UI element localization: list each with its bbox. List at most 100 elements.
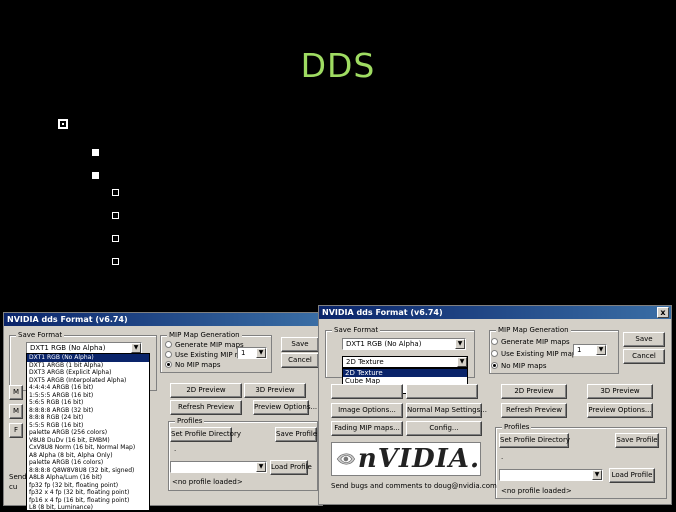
format-option[interactable]: palette ARGB (16 colors) xyxy=(27,459,149,467)
mip-map-label: MIP Map Generation xyxy=(167,331,242,339)
profile-combo[interactable]: ▼ xyxy=(499,469,603,481)
texture-type-combo[interactable]: 2D Texture ▼ xyxy=(342,356,468,368)
load-profile-button[interactable]: Load Profile xyxy=(609,468,655,483)
format-option[interactable]: DXT1 ARGB (1 bit Alpha) xyxy=(27,362,149,370)
save-profile-button[interactable]: Save Profile xyxy=(275,427,317,442)
format-option[interactable]: DXT1 RGB (No Alpha) xyxy=(27,354,149,362)
bullet-marker-icon xyxy=(112,212,119,219)
preview-2d-button[interactable]: 2D Preview xyxy=(170,383,242,398)
format-option[interactable]: 8:8:8 RGB (24 bit) xyxy=(27,414,149,422)
bullet-level3: DXT3 ARGB(Explicit Alpha) : A4R4G4B4 xyxy=(112,230,439,248)
format-combo-value: DXT1 RGB (No Alpha) xyxy=(30,344,106,352)
format-option[interactable]: palette ARGB (256 colors) xyxy=(27,429,149,437)
dialog-titlebar: NVIDIA dds Format (v6.74) xyxy=(4,313,322,326)
radio-generate-mip[interactable]: Generate MIP maps xyxy=(165,341,244,349)
format-option[interactable]: DXT5 ARGB (Interpolated Alpha) xyxy=(27,377,149,385)
format-option[interactable]: fp32 fp (32 bit, floating point) xyxy=(27,482,149,490)
format-option[interactable]: L8 (8 bit, Luminance) xyxy=(27,504,149,512)
radio-label: Use Existing MIP maps xyxy=(501,350,581,358)
format-option[interactable]: 4:4:4:4 ARGB (16 bit) xyxy=(27,384,149,392)
format-option[interactable]: 8:8:8:8 ARGB (32 bit) xyxy=(27,407,149,415)
preview-3d-button[interactable]: 3D Preview xyxy=(587,384,653,399)
bullet-text: DXT5 ARGB(Interpolated) : A8R4G4B4 xyxy=(131,253,428,271)
config-button[interactable]: Config... xyxy=(406,421,482,436)
profile-path-dot: . xyxy=(501,453,504,461)
format-option[interactable]: fp32 x 4 fp (32 bit, floating point) xyxy=(27,489,149,497)
partial-button[interactable]: F xyxy=(9,423,23,438)
save-button[interactable]: Save xyxy=(281,337,319,352)
cancel-button[interactable]: Cancel xyxy=(623,349,665,364)
set-profile-directory-button[interactable]: Set Profile Directory xyxy=(499,433,570,448)
format-dropdown-list[interactable]: DXT1 RGB (No Alpha) DXT1 ARGB (1 bit Alp… xyxy=(26,353,150,511)
radio-icon[interactable] xyxy=(491,362,498,369)
radio-use-existing-mip[interactable]: Use Existing MIP maps xyxy=(491,350,580,358)
radio-no-mip[interactable]: No MIP maps xyxy=(165,361,221,369)
chevron-down-icon[interactable]: ▼ xyxy=(256,462,266,472)
radio-icon[interactable] xyxy=(165,351,172,358)
close-icon[interactable]: x xyxy=(657,307,669,318)
preview-2d-button[interactable]: 2D Preview xyxy=(501,384,567,399)
format-option[interactable]: 5:5:5 RGB (16 bit) xyxy=(27,422,149,430)
partial-covered-button[interactable] xyxy=(406,384,478,399)
mip-count-combo[interactable]: 1 ▼ xyxy=(573,344,607,356)
image-options-button[interactable]: Image Options... xyxy=(331,403,403,418)
format-option[interactable]: A8 Alpha (8 bit, Alpha Only) xyxy=(27,452,149,460)
set-profile-directory-button[interactable]: Set Profile Directory xyxy=(170,427,241,442)
format-option[interactable]: 8:8:8:8 Q8W8V8U8 (32 bit, signed) xyxy=(27,467,149,475)
format-combo[interactable]: DXT1 RGB (No Alpha) ▼ xyxy=(342,338,466,350)
bullet-marker-icon xyxy=(112,235,119,242)
chevron-down-icon[interactable]: ▼ xyxy=(592,470,602,480)
chevron-down-icon[interactable]: ▼ xyxy=(256,348,266,358)
load-profile-button[interactable]: Load Profile xyxy=(270,460,312,475)
preview-options-button[interactable]: Preview Options... xyxy=(253,400,317,415)
format-option[interactable]: 5:6:5 RGB (16 bit) xyxy=(27,399,149,407)
chevron-down-icon[interactable]: ▼ xyxy=(131,343,141,353)
preview-options-button[interactable]: Preview Options... xyxy=(587,403,653,418)
dialog-titlebar: NVIDIA dds Format (v6.74) x xyxy=(319,306,671,319)
slide-title: DDS xyxy=(300,46,376,85)
partial-button[interactable]: M xyxy=(9,404,23,419)
refresh-preview-button[interactable]: Refresh Preview xyxy=(501,403,567,418)
chevron-down-icon[interactable]: ▼ xyxy=(457,357,467,367)
nvidia-logo: nVIDIA. xyxy=(331,442,481,476)
save-profile-button[interactable]: Save Profile xyxy=(615,433,659,448)
preview-3d-button[interactable]: 3D Preview xyxy=(244,383,306,398)
chevron-down-icon[interactable]: ▼ xyxy=(596,345,606,355)
radio-icon[interactable] xyxy=(165,341,172,348)
partial-text: cu xyxy=(9,483,18,491)
format-option[interactable]: DXT3 ARGB (Explicit Alpha) xyxy=(27,369,149,377)
dialog-title: NVIDIA dds Format (v6.74) xyxy=(322,308,443,317)
bullet-level1: DDS xyxy=(58,112,130,136)
format-option[interactable]: V8U8 DuDv (16 bit, EMBM) xyxy=(27,437,149,445)
radio-icon[interactable] xyxy=(491,350,498,357)
radio-label: No MIP maps xyxy=(501,362,547,370)
format-option[interactable]: fp16 x 4 fp (16 bit, floating point) xyxy=(27,497,149,505)
chevron-down-icon[interactable]: ▼ xyxy=(455,339,465,349)
bullet-marker-icon xyxy=(112,258,119,265)
send-bugs-partial: Send xyxy=(9,473,27,481)
save-button[interactable]: Save xyxy=(623,332,665,347)
fading-mip-maps-button[interactable]: Fading MIP maps... xyxy=(331,421,403,436)
profile-combo[interactable]: ▼ xyxy=(170,461,267,473)
format-option[interactable]: A8L8 Alpha/Lum (16 bit) xyxy=(27,474,149,482)
format-option[interactable]: 1:5:5:5 ARGB (16 bit) xyxy=(27,392,149,400)
mip-count-combo[interactable]: 1 ▼ xyxy=(237,347,267,359)
cancel-button[interactable]: Cancel xyxy=(281,353,319,368)
no-profile-label: <no profile loaded> xyxy=(172,478,243,486)
refresh-preview-button[interactable]: Refresh Preview xyxy=(170,400,242,415)
bullet-text: DDS xyxy=(82,112,131,136)
format-option[interactable]: CxV8U8 Norm (16 bit, Normal Map) xyxy=(27,444,149,452)
radio-generate-mip[interactable]: Generate MIP maps xyxy=(491,338,570,346)
bullet-level3: DXT1 RGB(No Alpha) : R4G4B4 xyxy=(112,184,372,202)
normal-map-settings-button[interactable]: Normal Map Settings... xyxy=(406,403,487,418)
partial-covered-button[interactable] xyxy=(331,384,403,399)
partial-button[interactable]: M xyxy=(9,385,23,400)
bullet-level2: 2의 승수 사용 xyxy=(92,139,211,164)
radio-label: Generate MIP maps xyxy=(501,338,570,346)
no-profile-label: <no profile loaded> xyxy=(501,487,572,495)
radio-icon[interactable] xyxy=(491,338,498,345)
send-bugs-label: Send bugs and comments to doug@nvidia.co… xyxy=(331,482,497,490)
radio-no-mip[interactable]: No MIP maps xyxy=(491,362,547,370)
radio-icon[interactable] xyxy=(165,361,172,368)
texture-option[interactable]: 2D Texture xyxy=(343,369,467,377)
